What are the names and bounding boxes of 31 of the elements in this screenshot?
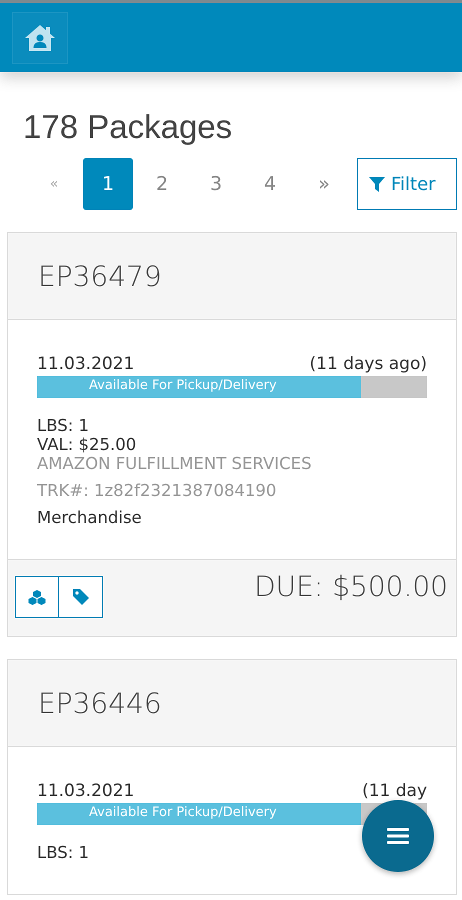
tag-button[interactable]	[59, 576, 103, 618]
tag-icon	[72, 588, 90, 606]
cubes-icon	[28, 589, 46, 605]
page-link[interactable]: 2	[137, 158, 187, 210]
package-date: 11.03.2021	[37, 354, 134, 374]
menu-icon	[387, 827, 409, 845]
page-link[interactable]: »	[299, 158, 349, 210]
due-amount: DUE: $500.00	[254, 570, 448, 605]
home-button[interactable]	[12, 12, 68, 64]
page-title: 178 Packages	[23, 108, 234, 146]
status-label: Available For Pickup/Delivery	[89, 378, 277, 393]
detail-text: VAL: $25.00	[37, 435, 138, 454]
page-link[interactable]: 3	[191, 158, 241, 210]
detail-text: LBS: 1	[37, 843, 90, 862]
detail-text: AMAZON FULFILLMENT SERVICES	[37, 454, 313, 473]
cubes-button[interactable]	[15, 576, 59, 618]
page-link[interactable]: 4	[245, 158, 295, 210]
detail-text: LBS: 1	[37, 416, 90, 435]
detail-text: TRK#: 1z82f2321387084190	[37, 481, 278, 500]
package-age: (11 day	[362, 781, 427, 801]
floating-action-menu[interactable]	[362, 800, 434, 872]
package-age: (11 days ago)	[310, 354, 427, 374]
detail-text: Merchandise	[37, 508, 143, 527]
package-date: 11.03.2021	[37, 781, 134, 801]
filter-icon	[368, 175, 386, 193]
page-link[interactable]: 1	[83, 158, 133, 210]
package-id: EP36479	[38, 260, 162, 292]
home-icon	[24, 24, 56, 52]
status-label: Available For Pickup/Delivery	[89, 805, 277, 820]
filter-button[interactable]: Filter	[357, 158, 457, 210]
package-id: EP36446	[38, 686, 162, 720]
